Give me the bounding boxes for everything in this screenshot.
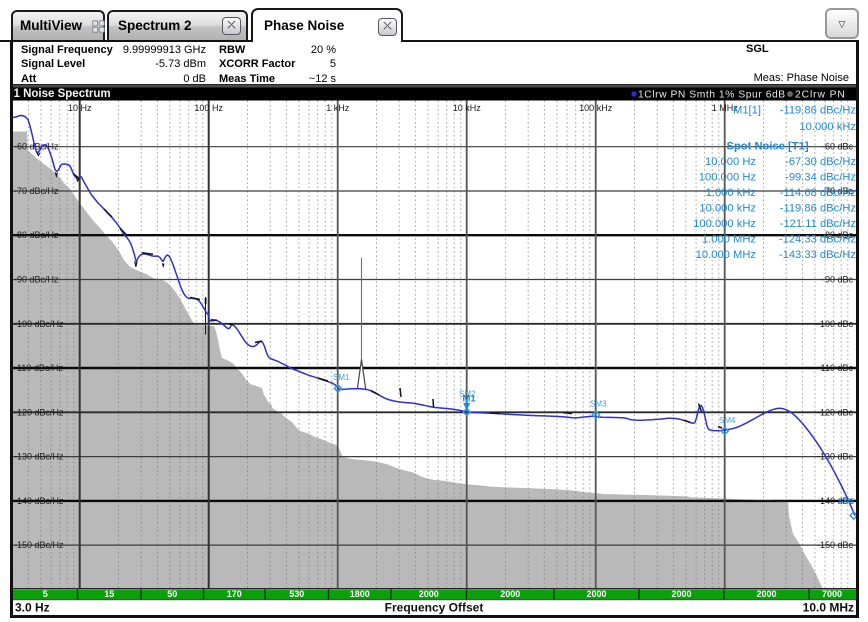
svg-text:530: 530 bbox=[289, 589, 304, 599]
svg-text:SM5: SM5 bbox=[838, 497, 855, 506]
svg-text:-120 dBc: -120 dBc bbox=[817, 407, 854, 417]
svg-text:1 kHz: 1 kHz bbox=[326, 103, 350, 113]
svg-text:-143.33 dBc/Hz: -143.33 dBc/Hz bbox=[779, 249, 856, 261]
svg-text:-130 dBc: -130 dBc bbox=[817, 452, 854, 462]
svg-text:Spot Noise [T1]: Spot Noise [T1] bbox=[727, 141, 809, 153]
svg-text:10 kHz: 10 kHz bbox=[453, 103, 482, 113]
svg-text:SM4: SM4 bbox=[719, 416, 736, 425]
svg-text:170: 170 bbox=[227, 589, 242, 599]
svg-text:-90 dBc/Hz: -90 dBc/Hz bbox=[14, 275, 59, 285]
svg-text:3.0 Hz: 3.0 Hz bbox=[15, 601, 50, 615]
svg-text:2000: 2000 bbox=[419, 589, 439, 599]
svg-text:-140 dBc/Hz: -140 dBc/Hz bbox=[14, 496, 64, 506]
svg-text:-120 dBc/Hz: -120 dBc/Hz bbox=[14, 407, 64, 417]
svg-text:100 kHz: 100 kHz bbox=[579, 103, 613, 113]
svg-text:100 Hz: 100 Hz bbox=[194, 103, 223, 113]
svg-text:-150 dBc/Hz: -150 dBc/Hz bbox=[14, 540, 64, 550]
svg-text:-110 dBc: -110 dBc bbox=[818, 363, 854, 373]
svg-text:Frequency Offset: Frequency Offset bbox=[385, 601, 484, 615]
svg-text:1800: 1800 bbox=[350, 589, 370, 599]
svg-text:1.000 MHz: 1.000 MHz bbox=[702, 234, 757, 246]
svg-text:5: 5 bbox=[43, 589, 48, 599]
svg-text:2000: 2000 bbox=[756, 589, 776, 599]
svg-text:100.000 kHz: 100.000 kHz bbox=[693, 218, 756, 230]
svg-text:-119.86 dBc/Hz: -119.86 dBc/Hz bbox=[780, 203, 856, 215]
svg-text:SM1: SM1 bbox=[333, 373, 350, 382]
svg-text:-124.33 dBc/Hz: -124.33 dBc/Hz bbox=[779, 234, 856, 246]
svg-text:-130 dBc/Hz: -130 dBc/Hz bbox=[14, 452, 64, 462]
svg-text:-60 dBc: -60 dBc bbox=[822, 142, 854, 152]
svg-text:-119.86 dBc/Hz: -119.86 dBc/Hz bbox=[780, 105, 856, 117]
svg-text:10.000 MHz: 10.000 MHz bbox=[696, 249, 757, 261]
svg-text:-90 dBc: -90 dBc bbox=[822, 275, 854, 285]
svg-text:15: 15 bbox=[104, 589, 114, 599]
svg-text:1Clrw PN Smth 1% Spur 6dB: 1Clrw PN Smth 1% Spur 6dB bbox=[638, 90, 786, 101]
svg-text:M1[1]: M1[1] bbox=[733, 105, 761, 117]
svg-text:10 Hz: 10 Hz bbox=[68, 103, 92, 113]
svg-text:-70 dBc/Hz: -70 dBc/Hz bbox=[14, 186, 59, 196]
svg-text:-100 dBc: -100 dBc bbox=[817, 319, 854, 329]
svg-text:-99.34 dBc/Hz: -99.34 dBc/Hz bbox=[785, 172, 856, 184]
svg-text:-110 dBc/Hz: -110 dBc/Hz bbox=[14, 363, 63, 373]
svg-text:-80 dBc/Hz: -80 dBc/Hz bbox=[14, 230, 59, 240]
svg-text:7000: 7000 bbox=[822, 589, 842, 599]
svg-text:SM3: SM3 bbox=[590, 400, 607, 409]
svg-text:-67.30 dBc/Hz: -67.30 dBc/Hz bbox=[785, 156, 856, 168]
svg-text:2000: 2000 bbox=[500, 589, 520, 599]
svg-text:M1: M1 bbox=[463, 394, 477, 405]
svg-text:10.000 kHz: 10.000 kHz bbox=[799, 121, 856, 133]
svg-text:1.000 kHz: 1.000 kHz bbox=[706, 187, 757, 199]
svg-text:1 Noise Spectrum: 1 Noise Spectrum bbox=[14, 88, 111, 100]
svg-text:10.000 kHz: 10.000 kHz bbox=[699, 203, 756, 215]
svg-text:-100 dBc/Hz: -100 dBc/Hz bbox=[14, 319, 64, 329]
svg-text:10.000 Hz: 10.000 Hz bbox=[705, 156, 756, 168]
svg-text:-150 dBc: -150 dBc bbox=[817, 540, 854, 550]
svg-text:2000: 2000 bbox=[671, 589, 691, 599]
svg-text:10.0 MHz: 10.0 MHz bbox=[803, 601, 854, 615]
svg-text:2Clrw PN: 2Clrw PN bbox=[795, 90, 846, 101]
svg-text:-114.68 dBc/Hz: -114.68 dBc/Hz bbox=[780, 187, 856, 199]
svg-text:100.000 Hz: 100.000 Hz bbox=[699, 172, 757, 184]
svg-text:50: 50 bbox=[167, 589, 177, 599]
svg-text:2000: 2000 bbox=[586, 589, 606, 599]
svg-text:-121.11 dBc/Hz: -121.11 dBc/Hz bbox=[780, 218, 856, 230]
